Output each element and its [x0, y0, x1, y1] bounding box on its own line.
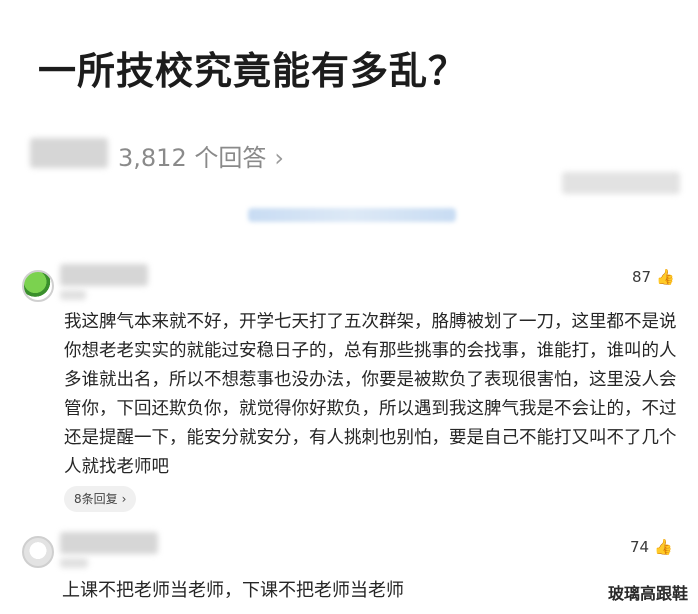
username-blurred-sub — [60, 290, 86, 300]
top-right-blurred-element — [562, 172, 680, 194]
blurred-link[interactable] — [248, 208, 456, 222]
chevron-right-icon: › — [121, 492, 127, 506]
watermark: 玻璃高跟鞋 — [607, 584, 688, 603]
chevron-right-icon: › — [274, 144, 284, 172]
username-blurred-sub — [60, 558, 88, 568]
like-count-label: 74 — [630, 538, 650, 556]
like-count[interactable]: 74 👍 — [630, 538, 673, 556]
answer-count-link[interactable]: 3,812 个回答 › — [118, 138, 284, 173]
like-count-label: 87 — [632, 268, 652, 286]
question-title: 一所技校究竟能有多乱？ — [38, 49, 468, 93]
user-avatar[interactable] — [22, 270, 54, 302]
username-blurred[interactable] — [60, 264, 148, 286]
username-blurred[interactable] — [60, 532, 158, 554]
like-count[interactable]: 87 👍 — [632, 268, 675, 286]
thumb-up-icon: 👍 — [654, 538, 673, 556]
answer-text: 上课不把老师当老师，下课不把老师当老师 — [62, 580, 404, 601]
asker-avatar-blurred — [30, 138, 108, 168]
thumb-up-icon: 👍 — [656, 268, 675, 286]
answer-text: 我这脾气本来就不好，开学七天打了五次群架，胳膊被划了一刀，这里都不是说你想老老实… — [64, 312, 677, 477]
replies-button[interactable]: 8条回复 › — [64, 486, 137, 512]
answer-count-label: 3,812 个回答 — [118, 144, 267, 172]
user-avatar[interactable] — [22, 536, 54, 568]
replies-label: 8条回复 — [74, 492, 118, 506]
